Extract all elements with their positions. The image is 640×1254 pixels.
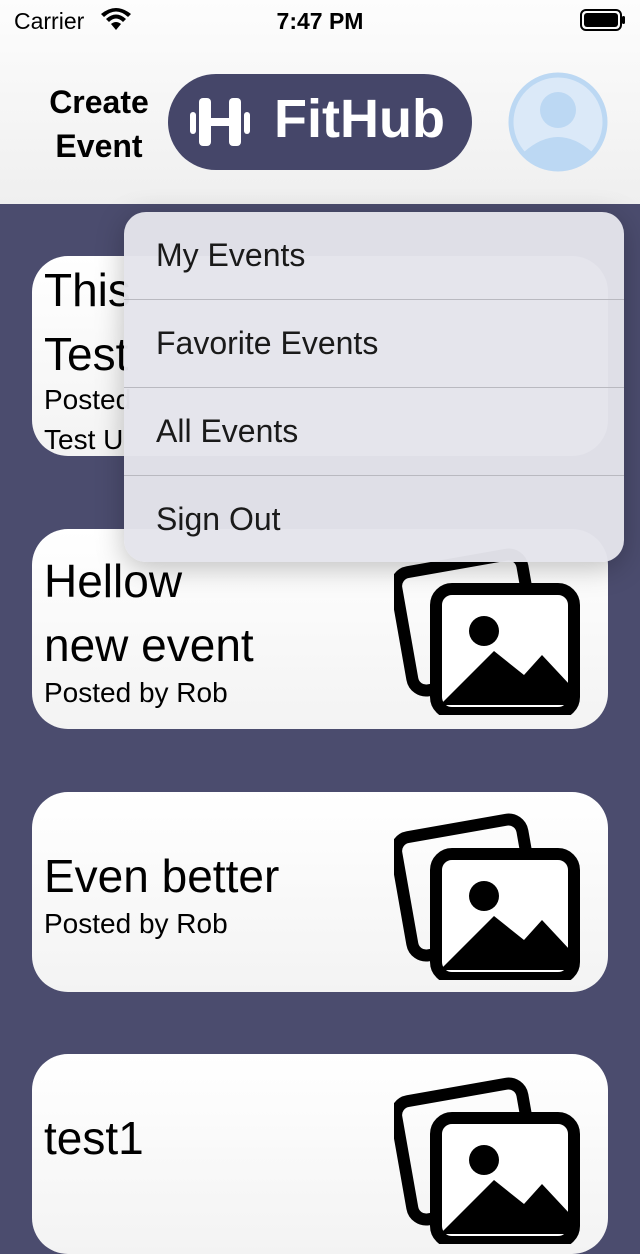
brand-name: FitHub	[274, 89, 445, 149]
person-circle-icon[interactable]	[508, 72, 608, 172]
status-time: 7:47 PM	[276, 8, 364, 34]
photos-icon	[394, 548, 580, 715]
menu-item-favorite-events[interactable]: Favorite Events	[124, 300, 624, 388]
menu-item-all-events[interactable]: All Events	[124, 388, 624, 476]
event-card[interactable]: Even better Posted by Rob	[32, 792, 608, 992]
profile-menu: My Events Favorite Events All Events Sig…	[124, 212, 624, 562]
create-event-label-line1: Create	[49, 84, 149, 120]
status-bar: Carrier 7:47 PM	[0, 0, 640, 40]
create-event-label-line2: Event	[55, 128, 143, 164]
fithub-logo: FitHub	[168, 74, 472, 170]
photos-icon	[394, 813, 580, 980]
battery-icon	[580, 9, 625, 31]
event-title-line2: new event	[44, 619, 254, 671]
menu-item-my-events[interactable]: My Events	[124, 212, 624, 300]
event-posted-by: Posted by Rob	[44, 677, 228, 708]
event-posted-by: Posted by Rob	[44, 908, 228, 939]
menu-item-sign-out[interactable]: Sign Out	[124, 476, 624, 562]
create-event-button[interactable]: Create Event	[36, 80, 162, 168]
event-card[interactable]: test1	[32, 1054, 608, 1254]
event-posted-line2: Test U	[44, 424, 124, 455]
photos-icon	[394, 1077, 580, 1244]
event-title: Even better	[44, 850, 280, 902]
dumbbell-icon	[190, 98, 250, 146]
event-posted-line1: Posted	[44, 384, 132, 415]
event-title: test1	[44, 1112, 144, 1164]
